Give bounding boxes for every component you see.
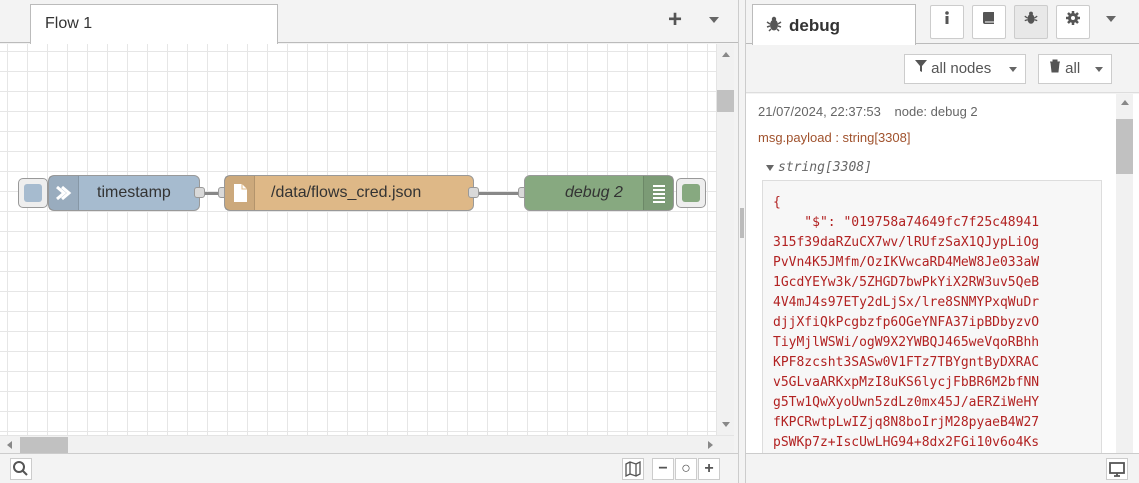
scroll-down-icon[interactable] [722, 422, 730, 427]
info-icon[interactable] [930, 5, 964, 39]
payload-line: v5GLvaARKxpMzI8uKS6lycjFbBR6M2bfNN [773, 375, 1040, 390]
payload-line: djjXfiQkPcgbzfp6OGeYNFA37ipBDbyzvO [773, 315, 1040, 330]
scroll-up-icon[interactable] [722, 52, 730, 57]
debug-toggle-button[interactable] [676, 178, 706, 208]
node-inject[interactable]: timestamp [48, 175, 200, 211]
filter-label: all nodes [931, 60, 992, 77]
payload-line: g5Tw1QwXyoUwn5zdLz0mx45J/aERZiWeHY [773, 395, 1040, 410]
tab-flow-1[interactable]: Flow 1 [30, 4, 278, 44]
caret-down-icon [766, 164, 774, 171]
payload-line: PvVn4K5JMfm/OzIKVwcaRD4MeW8Je033aW [773, 255, 1040, 270]
node-label: timestamp [97, 184, 171, 201]
search-icon[interactable] [10, 458, 32, 480]
node-label: debug 2 [565, 184, 623, 201]
debug-toolbar: all nodes all [746, 45, 1139, 93]
clear-messages-button[interactable]: all [1038, 54, 1112, 84]
bug-icon[interactable] [1014, 5, 1048, 39]
monitor-icon[interactable] [1106, 458, 1128, 480]
filter-nodes-button[interactable]: all nodes [904, 54, 1026, 84]
file-icon [225, 176, 255, 210]
resize-grip[interactable] [740, 208, 744, 238]
payload-line: fKPCRwtpLwIZjq8N8boIrjM28pyaeB4W27 [773, 415, 1040, 430]
scroll-left-icon[interactable] [7, 441, 12, 449]
message-timestamp: 21/07/2024, 22:37:53 [758, 104, 881, 119]
payload-line: "$": "019758a74649fc7f25c48941 [773, 215, 1040, 230]
payload-line: { [773, 195, 781, 210]
map-icon[interactable] [622, 458, 644, 480]
zoom-in-button[interactable]: + [698, 458, 720, 480]
message-node-link[interactable]: node: debug 2 [895, 104, 978, 119]
arrow-right-icon [49, 176, 79, 210]
payload-line: TiyMjlWSWi/ogW9X2YWBQJ465weVqoRBhh [773, 335, 1040, 350]
message-topic: msg.payload : string[3308] [758, 130, 911, 145]
node-debug[interactable]: debug 2 [524, 175, 674, 211]
tab-debug[interactable]: debug [752, 4, 916, 45]
sidebar-footer [746, 453, 1139, 483]
bug-icon [765, 15, 783, 38]
scroll-thumb[interactable] [717, 90, 734, 112]
payload-line: 315f39daRZuCX7wv/lRUfzSaX1QJypLiOg [773, 235, 1040, 250]
zoom-reset-button[interactable]: ○ [675, 458, 697, 480]
tab-debug-label: debug [789, 15, 840, 35]
list-icon [643, 176, 673, 210]
plus-icon[interactable]: + [662, 8, 688, 34]
chevron-down-icon [1009, 67, 1017, 72]
flow-canvas[interactable]: timestamp /data/flows_cred.json debug 2 [0, 44, 716, 435]
workspace-footer: − ○ + [0, 453, 738, 483]
debug-message-list[interactable]: 21/07/2024, 22:37:53 node: debug 2 msg.p… [746, 94, 1139, 453]
message-type-toggle[interactable]: string[3308] [766, 160, 872, 175]
chevron-down-icon[interactable] [704, 13, 724, 29]
canvas-horizontal-scrollbar[interactable] [0, 435, 734, 453]
output-port[interactable] [194, 187, 205, 198]
scroll-thumb[interactable] [1116, 119, 1133, 174]
filter-icon [915, 55, 927, 83]
payload-line: pSWKp7z+IscUwLHG94+8dx2FGi10v6o4Ks [773, 435, 1040, 450]
chevron-down-icon [1095, 67, 1103, 72]
scroll-right-icon[interactable] [708, 441, 713, 449]
payload-line: 4V4mJ4s97ETy2dLjSx/lre8SNMYPxqWuDr [773, 295, 1040, 310]
payload-line: KPF8zcsht3SASw0V1FTz7TBYgntByDXRAC [773, 355, 1040, 370]
message-meta: 21/07/2024, 22:37:53 node: debug 2 [758, 104, 978, 119]
book-icon[interactable] [972, 5, 1006, 39]
tab-label: Flow 1 [45, 15, 93, 32]
sidebar: debug all nodes all 21/07/2024, 22:37:53… [746, 0, 1139, 483]
node-red-editor: Flow 1 + timestamp /data/flows_cred.json… [0, 0, 1139, 483]
trash-icon [1049, 55, 1061, 83]
payload-line: 1GcdYEYw3k/5ZHGD7bwPkYiX2RW3uv5QeB [773, 275, 1040, 290]
chevron-down-icon[interactable] [1106, 16, 1116, 22]
node-file-in[interactable]: /data/flows_cred.json [224, 175, 474, 211]
inject-trigger-button[interactable] [18, 178, 48, 208]
clear-label: all [1065, 60, 1081, 77]
canvas-vertical-scrollbar[interactable] [716, 44, 734, 435]
workspace-tabbar: Flow 1 + [0, 0, 738, 44]
scroll-up-icon[interactable] [1121, 100, 1129, 105]
node-label: /data/flows_cred.json [271, 184, 422, 201]
sidebar-tabbar: debug [746, 0, 1139, 45]
message-list-scrollbar[interactable] [1116, 94, 1133, 453]
zoom-out-button[interactable]: − [652, 458, 674, 480]
output-port[interactable] [468, 187, 479, 198]
sidebar-separator[interactable] [738, 0, 746, 483]
workspace: Flow 1 + timestamp /data/flows_cred.json… [0, 0, 738, 483]
message-payload[interactable]: { "$": "019758a74649fc7f25c48941 315f39da… [762, 180, 1102, 453]
gear-icon[interactable] [1056, 5, 1090, 39]
message-type-label: string[3308] [778, 160, 872, 175]
scroll-thumb[interactable] [20, 437, 68, 453]
